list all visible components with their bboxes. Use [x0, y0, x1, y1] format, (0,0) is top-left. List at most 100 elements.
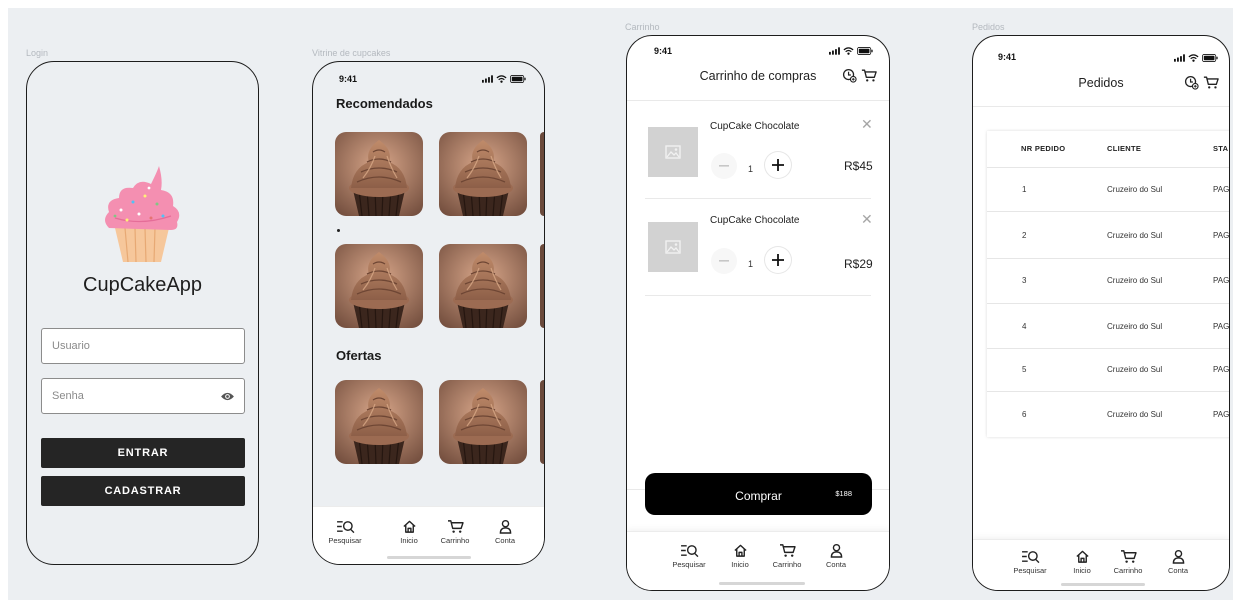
order-status: PAG [1213, 322, 1230, 331]
user-icon [499, 519, 512, 534]
quantity-increase-button[interactable] [765, 247, 791, 273]
product-tile[interactable] [439, 132, 527, 216]
bottom-nav: Pesquisar Inicio Carrinho Conta [627, 531, 889, 590]
nav-cart-label: Carrinho [440, 536, 470, 545]
quantity-increase-button[interactable] [765, 152, 791, 178]
nav-search[interactable]: Pesquisar [321, 519, 369, 545]
battery-icon [857, 47, 873, 55]
bottom-nav: Pesquisar Inicio Carrinho Conta [973, 539, 1229, 590]
home-indicator [387, 556, 471, 559]
user-icon [1172, 549, 1185, 564]
product-tile[interactable] [335, 380, 423, 464]
enter-button[interactable]: ENTRAR [41, 438, 245, 468]
nav-account-label: Conta [1167, 566, 1188, 575]
cart-item-name: CupCake Chocolate [710, 215, 800, 226]
buy-button[interactable]: Comprar $188 [645, 473, 872, 515]
order-number: 4 [1022, 322, 1027, 331]
column-header-order-number: NR PEDIDO [1021, 144, 1066, 153]
product-tile[interactable] [335, 132, 423, 216]
table-divider [987, 303, 1229, 304]
column-header-status: STA [1213, 144, 1229, 153]
home-icon [733, 543, 748, 558]
nav-search-label: Pesquisar [672, 560, 706, 569]
item-divider [645, 295, 871, 296]
order-client: Cruzeiro do Sul [1107, 185, 1163, 194]
image-icon [665, 240, 681, 254]
nav-search-label: Pesquisar [328, 536, 362, 545]
nav-home-label: Inicio [400, 536, 418, 545]
close-icon[interactable]: ✕ [861, 117, 873, 131]
register-button[interactable]: CADASTRAR [41, 476, 245, 506]
header-divider [627, 100, 889, 101]
order-status: PAG [1213, 276, 1230, 285]
quantity-decrease-button[interactable] [711, 248, 737, 274]
cart-icon[interactable] [861, 68, 877, 83]
showcase-screen: 9:41 Recomendados Ofertas Pesquisar Inic… [312, 61, 545, 565]
nav-search[interactable]: Pesquisar [1006, 549, 1054, 575]
nav-account-label: Conta [494, 536, 515, 545]
table-divider [987, 167, 1229, 168]
cart-item-name: CupCake Chocolate [710, 121, 800, 132]
home-icon [1075, 549, 1090, 564]
product-image [648, 127, 698, 177]
frame-label-login: Login [26, 48, 49, 58]
nav-cart[interactable]: Carrinho [1104, 549, 1152, 575]
order-number: 3 [1022, 276, 1027, 285]
close-icon[interactable]: ✕ [861, 212, 873, 226]
nav-home[interactable]: Inicio [385, 519, 433, 545]
offers-title: Ofertas [336, 348, 382, 363]
minus-icon [719, 260, 729, 262]
nav-home[interactable]: Inicio [716, 543, 764, 569]
nav-search[interactable]: Pesquisar [665, 543, 713, 569]
order-status: PAG [1213, 410, 1230, 419]
plus-icon [772, 254, 784, 266]
orders-screen: 9:41 Pedidos NR PEDIDO CLIENTE STA 1 Cru… [972, 35, 1230, 591]
status-icons [829, 47, 873, 55]
order-status: PAG [1213, 185, 1230, 194]
product-image [648, 222, 698, 272]
nav-account[interactable]: Conta [812, 543, 860, 569]
wifi-icon [843, 47, 854, 55]
nav-account-label: Conta [825, 560, 846, 569]
cellular-icon [829, 47, 840, 55]
nav-account[interactable]: Conta [481, 519, 529, 545]
product-tile[interactable] [439, 244, 527, 328]
nav-cart-label: Carrinho [772, 560, 802, 569]
plus-icon [772, 159, 784, 171]
order-status: PAG [1213, 365, 1230, 374]
quantity-value: 1 [748, 164, 754, 174]
password-input[interactable] [41, 378, 245, 414]
nav-account[interactable]: Conta [1154, 549, 1202, 575]
nav-search-label: Pesquisar [1013, 566, 1047, 575]
username-input[interactable] [41, 328, 245, 364]
cupcake-logo-icon [105, 166, 180, 263]
cart-screen: 9:41 Carrinho de compras CupCake Chocola… [626, 35, 890, 591]
frame-label-showcase: Vitrine de cupcakes [312, 48, 391, 58]
quantity-value: 1 [748, 259, 754, 269]
order-number: 6 [1022, 410, 1027, 419]
product-tile[interactable] [439, 380, 527, 464]
nav-home[interactable]: Inicio [1058, 549, 1106, 575]
quantity-decrease-button[interactable] [711, 153, 737, 179]
status-time: 9:41 [998, 52, 1017, 62]
nav-home-label: Inicio [731, 560, 749, 569]
column-header-client: CLIENTE [1107, 144, 1142, 153]
cellular-icon [1174, 54, 1185, 62]
product-tile[interactable] [335, 244, 423, 328]
order-number: 5 [1022, 365, 1027, 374]
orders-table: NR PEDIDO CLIENTE STA 1 Cruzeiro do Sul … [987, 131, 1230, 437]
table-divider [987, 211, 1229, 212]
login-screen: CupCakeApp ENTRAR CADASTRAR [26, 61, 259, 565]
product-tile-peek [540, 132, 544, 216]
nav-cart[interactable]: Carrinho [763, 543, 811, 569]
cart-icon[interactable] [1203, 75, 1219, 90]
nav-cart[interactable]: Carrinho [431, 519, 479, 545]
history-icon[interactable] [1184, 75, 1199, 90]
history-icon[interactable] [842, 68, 857, 83]
order-client: Cruzeiro do Sul [1107, 410, 1163, 419]
order-status: PAG [1213, 231, 1230, 240]
bottom-nav: Pesquisar Inicio Carrinho Conta [313, 506, 544, 564]
eye-icon[interactable] [220, 391, 235, 402]
search-icon [336, 519, 355, 534]
cart-icon [1120, 549, 1137, 564]
